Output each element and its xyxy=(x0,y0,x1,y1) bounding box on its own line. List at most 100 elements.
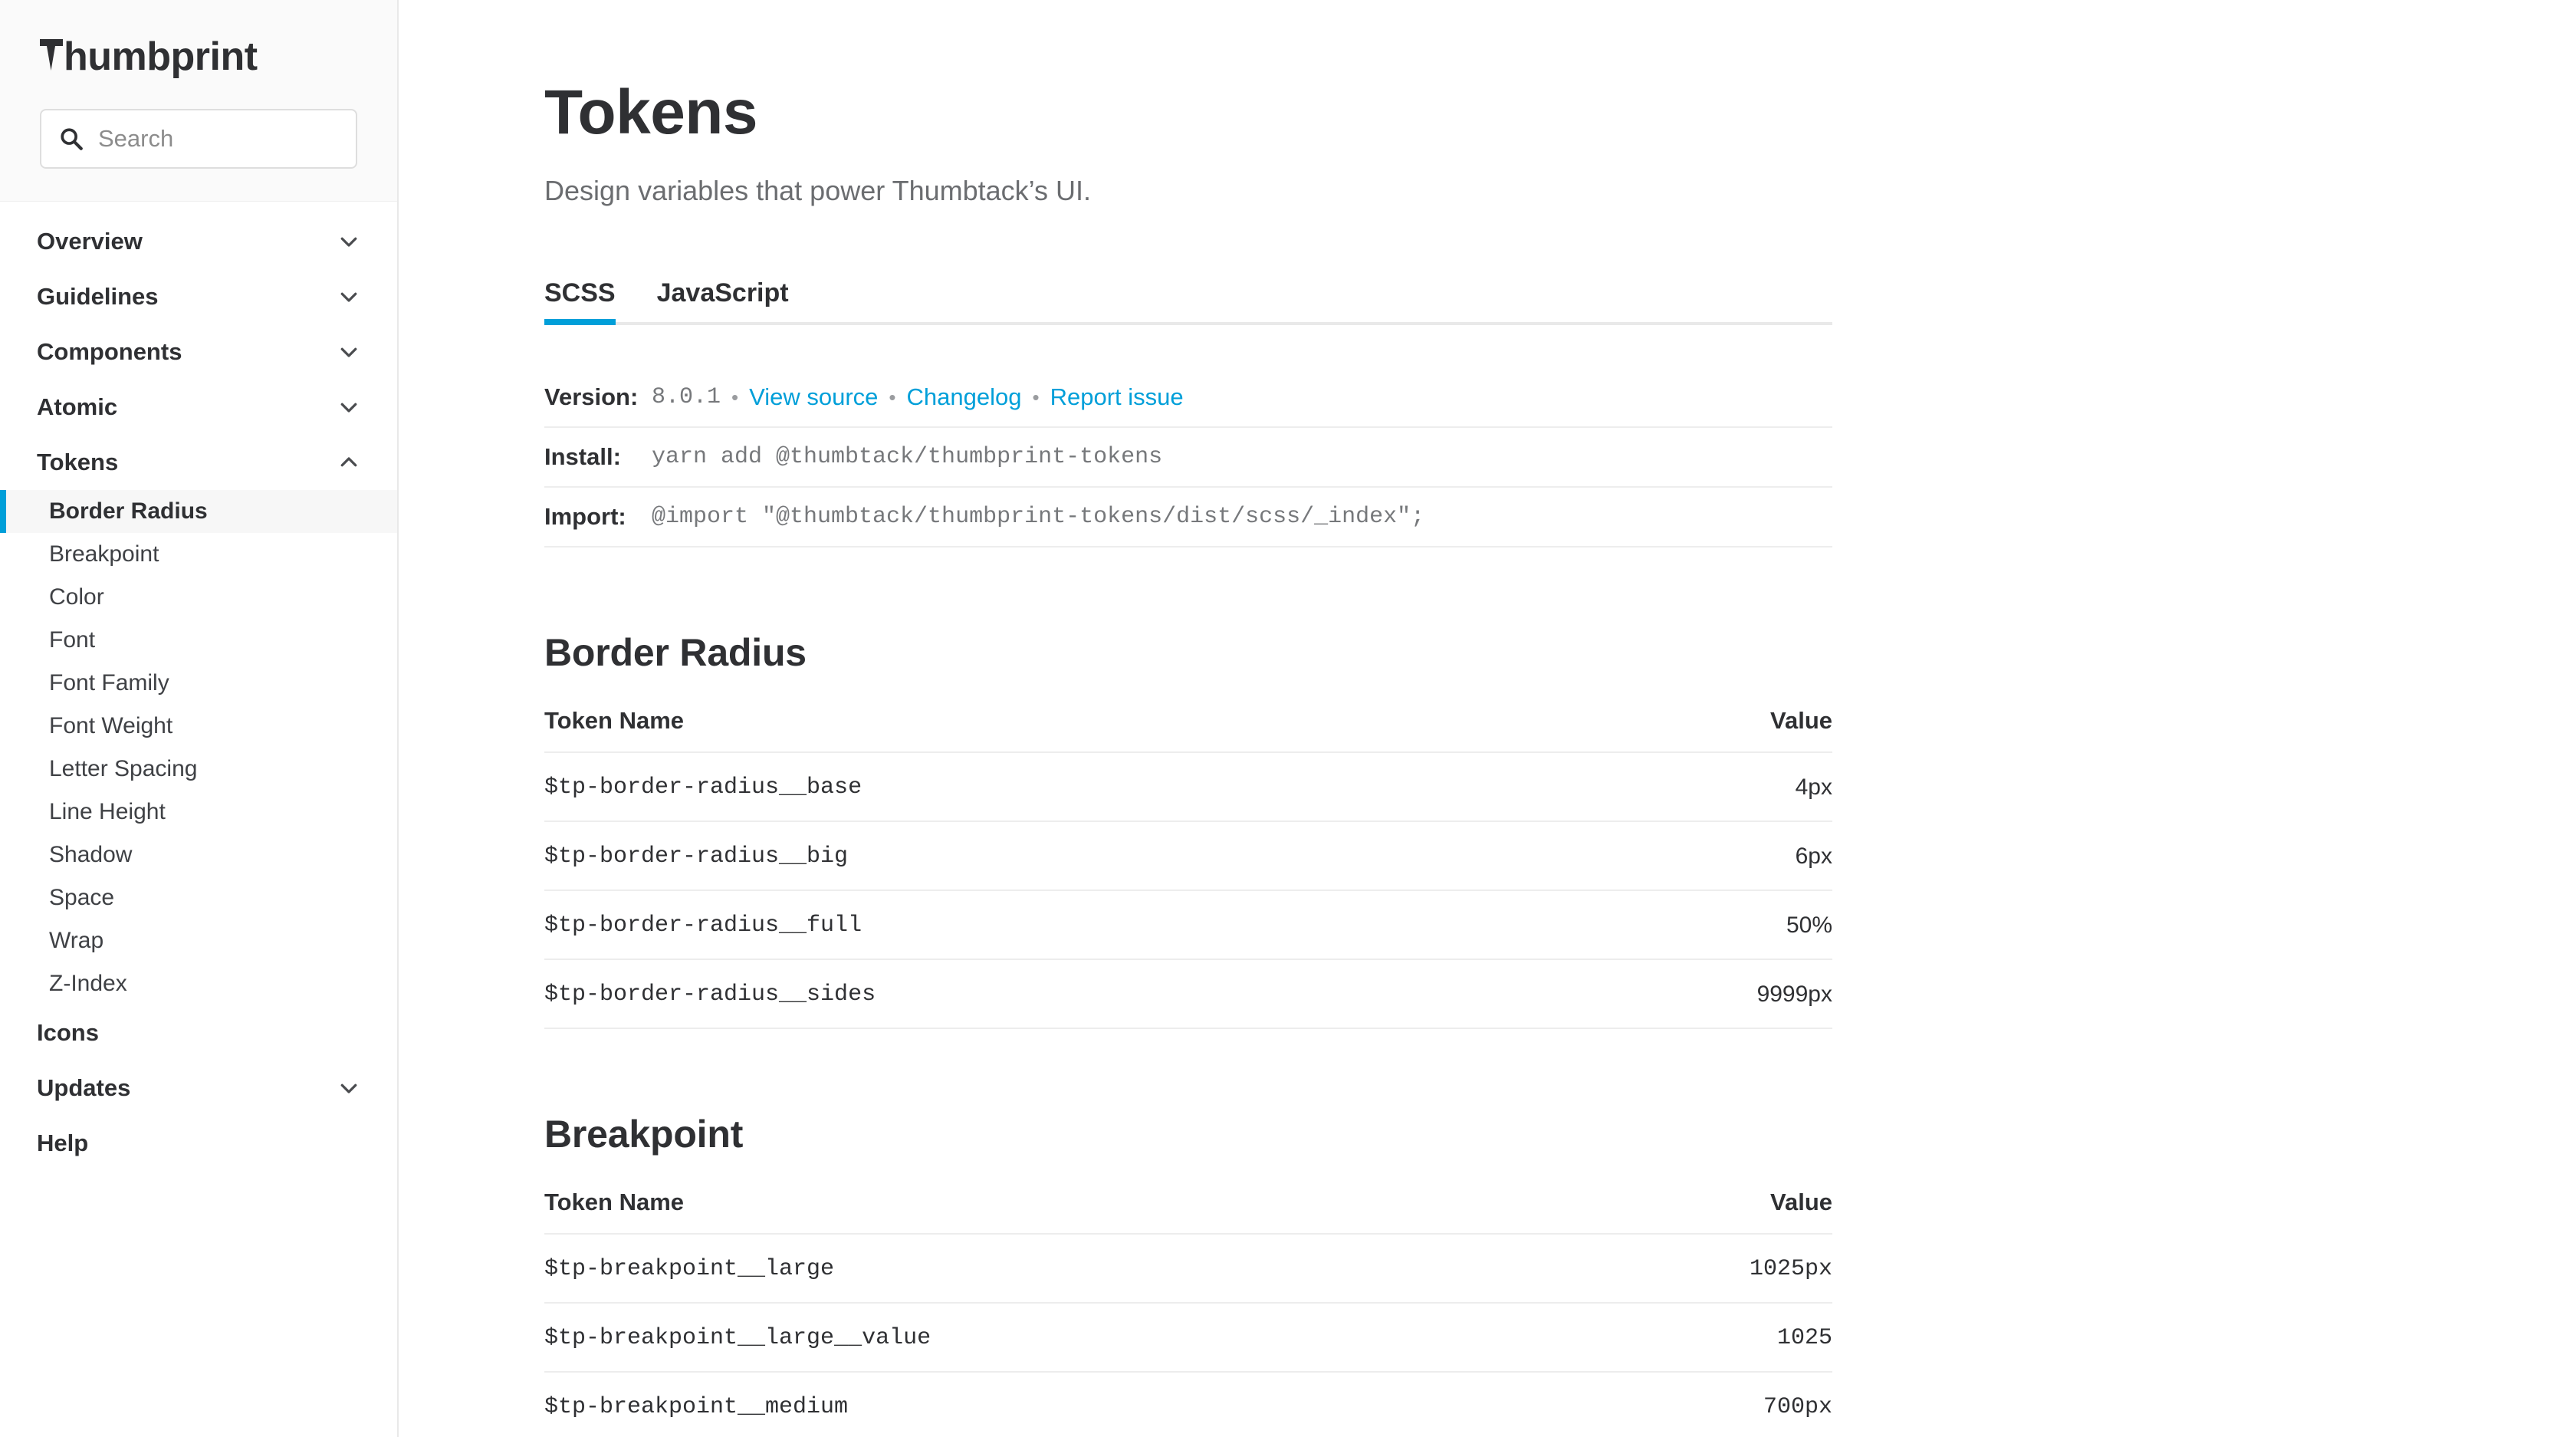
sidebar-group-atomic[interactable]: Atomic xyxy=(0,380,397,435)
table-row: $tp-border-radius__base 4px xyxy=(544,752,1832,823)
sidebar-group-label: Atomic xyxy=(37,393,118,420)
thumbprint-logo-icon xyxy=(40,37,63,77)
sidebar-item-help[interactable]: Help xyxy=(0,1116,397,1171)
table-row: $tp-breakpoint__large__value 1025 xyxy=(544,1303,1832,1373)
chevron-up-icon xyxy=(340,457,357,467)
sidebar-item-font-weight[interactable]: Font Weight xyxy=(0,705,397,748)
meta-row-install: Install: yarn add @thumbtack/thumbprint-… xyxy=(544,428,1832,488)
sidebar-item-icons[interactable]: Icons xyxy=(0,1005,397,1060)
sidebar-item-label: Z-Index xyxy=(49,971,127,996)
table-header-row: Token Name Value xyxy=(544,1189,1832,1235)
table-row: $tp-breakpoint__large 1025px xyxy=(544,1234,1832,1304)
sidebar-item-label: Help xyxy=(37,1130,89,1156)
thumbprint-logo-text: humbprint xyxy=(64,35,258,79)
token-name: $tp-border-radius__sides xyxy=(544,959,1594,1030)
tab-label: SCSS xyxy=(544,278,616,308)
thumbprint-logo[interactable]: humbprint xyxy=(40,37,357,77)
sidebar-group-updates[interactable]: Updates xyxy=(0,1060,397,1116)
tab-label: JavaScript xyxy=(656,278,789,308)
install-label: Install: xyxy=(544,443,621,471)
sidebar-item-label: Font Weight xyxy=(49,713,173,738)
report-issue-link[interactable]: Report issue xyxy=(1050,383,1184,411)
table-row: $tp-border-radius__big 6px xyxy=(544,821,1832,892)
section-title: Breakpoint xyxy=(544,1113,744,1156)
border-radius-table: Token Name Value $tp-border-radius__base… xyxy=(544,707,1832,1030)
column-header-token-name: Token Name xyxy=(544,1189,1605,1235)
search-input[interactable] xyxy=(98,110,339,167)
table-header-row: Token Name Value xyxy=(544,707,1832,754)
sidebar-item-border-radius[interactable]: Border Radius xyxy=(0,490,397,533)
sidebar-item-label: Border Radius xyxy=(49,498,208,524)
token-value: 9999px xyxy=(1593,959,1832,1030)
tab-scss[interactable]: SCSS xyxy=(544,278,616,326)
sidebar-item-label: Font Family xyxy=(49,670,169,695)
chevron-down-icon xyxy=(340,1084,357,1093)
sidebar-item-z-index[interactable]: Z-Index xyxy=(0,962,397,1005)
tab-bar: SCSS JavaScript xyxy=(544,267,1832,326)
app-root: humbprint Overview Guidelines xyxy=(0,0,2576,1437)
token-value: 50% xyxy=(1593,890,1832,961)
token-name: $tp-border-radius__base xyxy=(544,752,1594,823)
version-value-group: 8.0.1 • View source • Changelog • Report… xyxy=(652,383,1184,411)
sidebar: humbprint Overview Guidelines xyxy=(0,0,399,1437)
token-value: 4px xyxy=(1593,752,1832,823)
sidebar-item-color[interactable]: Color xyxy=(0,576,397,619)
token-value: 6px xyxy=(1593,821,1832,892)
version-label: Version: xyxy=(544,383,639,411)
column-header-value: Value xyxy=(1605,1189,1832,1235)
sidebar-item-label: Font xyxy=(49,627,96,653)
token-name: $tp-breakpoint__large xyxy=(544,1234,1605,1304)
column-header-token-name: Token Name xyxy=(544,707,1594,754)
tab-javascript[interactable]: JavaScript xyxy=(657,278,789,322)
token-name: $tp-border-radius__big xyxy=(544,821,1594,892)
import-statement[interactable]: @import "@thumbtack/thumbprint-tokens/di… xyxy=(652,504,1424,530)
sidebar-group-guidelines[interactable]: Guidelines xyxy=(0,269,397,324)
install-command[interactable]: yarn add @thumbtack/thumbprint-tokens xyxy=(652,444,1162,470)
sidebar-group-label: Guidelines xyxy=(37,283,159,310)
sidebar-group-label: Components xyxy=(37,338,182,365)
changelog-link[interactable]: Changelog xyxy=(907,383,1022,411)
sidebar-item-font[interactable]: Font xyxy=(0,619,397,662)
sidebar-item-label: Icons xyxy=(37,1019,99,1046)
column-header-value: Value xyxy=(1593,707,1832,754)
separator-dot: • xyxy=(889,385,896,409)
version-number: 8.0.1 xyxy=(652,384,721,411)
view-source-link[interactable]: View source xyxy=(749,383,878,411)
sidebar-item-label: Line Height xyxy=(49,799,166,824)
sidebar-item-label: Breakpoint xyxy=(49,541,159,567)
separator-dot: • xyxy=(1032,385,1040,409)
sidebar-item-label: Color xyxy=(49,584,104,610)
sidebar-group-tokens[interactable]: Tokens xyxy=(0,435,397,490)
meta-row-version: Version: 8.0.1 • View source • Changelog… xyxy=(544,368,1832,429)
token-name: $tp-breakpoint__medium xyxy=(544,1372,1605,1437)
search-box[interactable] xyxy=(40,109,357,169)
page-subtitle: Design variables that power Thumbtack’s … xyxy=(544,175,1092,207)
separator-dot: • xyxy=(731,385,739,409)
token-value: 1025 xyxy=(1605,1303,1832,1373)
sidebar-item-shadow[interactable]: Shadow xyxy=(0,834,397,876)
package-meta: Version: 8.0.1 • View source • Changelog… xyxy=(544,368,1832,548)
sidebar-item-letter-spacing[interactable]: Letter Spacing xyxy=(0,748,397,791)
section-title: Border Radius xyxy=(544,631,807,675)
section-border-radius: Border Radius Token Name Value $tp-borde… xyxy=(544,630,1832,1030)
sidebar-item-font-family[interactable]: Font Family xyxy=(0,662,397,705)
chevron-down-icon xyxy=(340,347,357,357)
sidebar-group-components[interactable]: Components xyxy=(0,324,397,380)
table-row: $tp-border-radius__full 50% xyxy=(544,890,1832,961)
sidebar-item-label: Letter Spacing xyxy=(49,756,198,781)
table-row: $tp-breakpoint__medium 700px xyxy=(544,1372,1832,1437)
meta-row-import: Import: @import "@thumbtack/thumbprint-t… xyxy=(544,488,1832,548)
sidebar-item-space[interactable]: Space xyxy=(0,876,397,919)
sidebar-item-line-height[interactable]: Line Height xyxy=(0,791,397,834)
chevron-down-icon xyxy=(340,292,357,302)
table-row: $tp-border-radius__sides 9999px xyxy=(544,959,1832,1030)
sidebar-nav: Overview Guidelines Components Atomic To… xyxy=(0,202,397,1171)
sidebar-item-breakpoint[interactable]: Breakpoint xyxy=(0,533,397,576)
sidebar-group-overview[interactable]: Overview xyxy=(0,214,397,269)
sidebar-item-wrap[interactable]: Wrap xyxy=(0,919,397,962)
sidebar-item-label: Wrap xyxy=(49,928,104,953)
token-value: 700px xyxy=(1605,1372,1832,1437)
chevron-down-icon xyxy=(340,403,357,413)
sidebar-header: humbprint xyxy=(0,0,397,202)
import-label: Import: xyxy=(544,503,626,531)
